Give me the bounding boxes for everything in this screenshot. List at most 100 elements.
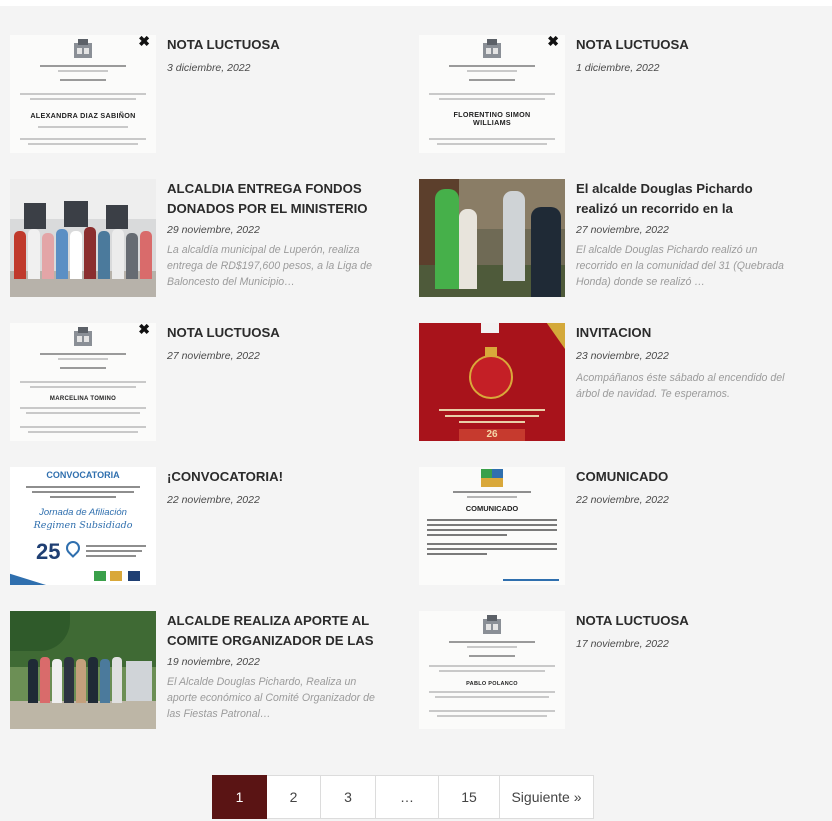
- divider: [20, 93, 146, 95]
- divider: [40, 65, 126, 67]
- post-excerpt: Acompáñanos éste sábado al encendido del…: [576, 372, 785, 400]
- post-card[interactable]: COMUNICADO COMUNICADO 22 noviembre, 2022: [419, 467, 799, 585]
- post-date: 27 noviembre, 2022: [576, 224, 669, 236]
- post-card[interactable]: 26 INVITACION 23 noviembre, 2022 Acompáñ…: [419, 323, 799, 441]
- divider: [20, 426, 146, 428]
- divider: [467, 646, 517, 648]
- divider: [429, 710, 555, 712]
- divider: [58, 70, 108, 72]
- post-date: 19 noviembre, 2022: [167, 656, 260, 668]
- close-icon: ✖: [138, 35, 150, 49]
- page-1-button[interactable]: 1: [212, 775, 267, 819]
- divider: [429, 138, 555, 140]
- divider: [60, 367, 106, 369]
- post-thumbnail[interactable]: ✖ FLORENTINO SIMON WILLIAMS: [419, 35, 565, 153]
- convocatoria-heading: CONVOCATORIA: [46, 470, 120, 480]
- post-date: 1 diciembre, 2022: [576, 62, 660, 74]
- post-date: 22 noviembre, 2022: [167, 494, 260, 506]
- divider: [20, 381, 146, 383]
- post-title[interactable]: ALCALDIA ENTREGA FONDOS DONADOS POR EL M…: [167, 179, 385, 219]
- post-title[interactable]: El alcalde Douglas Pichardo realizó un r…: [576, 179, 794, 219]
- post-title[interactable]: NOTA LUCTUOSA: [167, 35, 385, 55]
- post-card[interactable]: ALCALDIA ENTREGA FONDOS DONADOS POR EL M…: [10, 179, 390, 297]
- post-date: 27 noviembre, 2022: [167, 350, 260, 362]
- signature: [503, 571, 559, 581]
- municipal-logo-icon: [481, 39, 503, 59]
- post-title[interactable]: NOTA LUCTUOSA: [576, 35, 794, 55]
- post-card[interactable]: ✖ ALEXANDRA DIAZ SABIÑON NOTA LUCTUOSA 3…: [10, 35, 390, 153]
- post-thumbnail[interactable]: ✖ MARCELINA TOMINO: [10, 323, 156, 441]
- divider: [20, 407, 146, 409]
- divider: [469, 79, 515, 81]
- divider: [449, 65, 535, 67]
- divider: [437, 715, 547, 717]
- post-date: 22 noviembre, 2022: [576, 494, 669, 506]
- post-thumbnail[interactable]: CONVOCATORIA Jornada de Afiliación Regim…: [10, 467, 156, 585]
- divider: [437, 143, 547, 145]
- divider: [28, 431, 138, 433]
- post-excerpt: La alcaldía municipal de Luperón, realiz…: [167, 244, 372, 288]
- divider: [435, 696, 549, 698]
- post-excerpt: El alcalde Douglas Pichardo realizó un r…: [576, 244, 784, 288]
- comunicado-heading: COMUNICADO: [465, 504, 519, 513]
- post-thumbnail[interactable]: [419, 179, 565, 297]
- divider: [26, 412, 140, 414]
- event-day: 26: [459, 429, 525, 441]
- post-date: 3 diciembre, 2022: [167, 62, 251, 74]
- post-thumbnail[interactable]: COMUNICADO: [419, 467, 565, 585]
- post-thumbnail[interactable]: 26: [419, 323, 565, 441]
- post-card[interactable]: ✖ FLORENTINO SIMON WILLIAMS NOTA LUCTUOS…: [419, 35, 799, 153]
- divider: [28, 143, 138, 145]
- municipal-logo-icon: [72, 327, 94, 347]
- page-ellipsis: …: [376, 775, 439, 819]
- municipal-logo-icon: [72, 39, 94, 59]
- divider: [20, 138, 146, 140]
- page-15-button[interactable]: 15: [439, 775, 500, 819]
- post-date: 17 noviembre, 2022: [576, 638, 669, 650]
- divider: [429, 93, 555, 95]
- close-icon: ✖: [138, 323, 150, 337]
- post-card[interactable]: ✖ MARCELINA TOMINO NOTA LUCTUOSA 27 novi…: [10, 323, 390, 441]
- municipal-logo-icon: [481, 615, 503, 635]
- deceased-name: PABLO POLANCO: [466, 681, 518, 687]
- page-2-button[interactable]: 2: [267, 775, 321, 819]
- post-excerpt: El Alcalde Douglas Pichardo, Realiza un …: [167, 676, 375, 720]
- location-pin-icon: [63, 538, 83, 558]
- divider: [30, 386, 136, 388]
- post-thumbnail[interactable]: ✖ ALEXANDRA DIAZ SABIÑON: [10, 35, 156, 153]
- post-card[interactable]: El alcalde Douglas Pichardo realizó un r…: [419, 179, 799, 297]
- post-thumbnail[interactable]: PABLO POLANCO: [419, 611, 565, 729]
- convocatoria-line2: Regimen Subsidiado: [33, 520, 133, 531]
- divider: [467, 70, 517, 72]
- post-card[interactable]: PABLO POLANCO NOTA LUCTUOSA 17 noviembre…: [419, 611, 799, 729]
- divider: [449, 641, 535, 643]
- post-thumbnail[interactable]: [10, 179, 156, 297]
- divider: [30, 98, 136, 100]
- divider: [60, 79, 106, 81]
- next-page-button[interactable]: Siguiente »: [500, 775, 594, 819]
- pagination: 1 2 3 … 15 Siguiente »: [212, 775, 594, 819]
- deceased-name: ALEXANDRA DIAZ SABIÑON: [30, 111, 136, 120]
- divider: [429, 665, 555, 667]
- post-card[interactable]: CONVOCATORIA Jornada de Afiliación Regim…: [10, 467, 390, 585]
- municipal-logo-icon: [481, 469, 503, 487]
- post-title[interactable]: ¡CONVOCATORIA!: [167, 467, 385, 487]
- divider: [469, 655, 515, 657]
- ornament-icon: [469, 355, 513, 399]
- page-3-button[interactable]: 3: [321, 775, 376, 819]
- post-thumbnail[interactable]: [10, 611, 156, 729]
- post-card[interactable]: ALCALDE REALIZA APORTE AL COMITE ORGANIZ…: [10, 611, 390, 729]
- close-icon: ✖: [547, 35, 559, 49]
- post-title[interactable]: NOTA LUCTUOSA: [167, 323, 385, 343]
- divider: [40, 353, 126, 355]
- deceased-name: FLORENTINO SIMON WILLIAMS: [453, 110, 531, 127]
- divider: [439, 98, 545, 100]
- divider: [38, 126, 128, 128]
- post-title[interactable]: NOTA LUCTUOSA: [576, 611, 794, 631]
- divider: [429, 691, 555, 693]
- divider: [439, 670, 545, 672]
- post-title[interactable]: INVITACION: [576, 323, 794, 343]
- deceased-name: MARCELINA TOMINO: [49, 396, 117, 402]
- post-title[interactable]: COMUNICADO: [576, 467, 794, 487]
- post-title[interactable]: ALCALDE REALIZA APORTE AL COMITE ORGANIZ…: [167, 611, 385, 651]
